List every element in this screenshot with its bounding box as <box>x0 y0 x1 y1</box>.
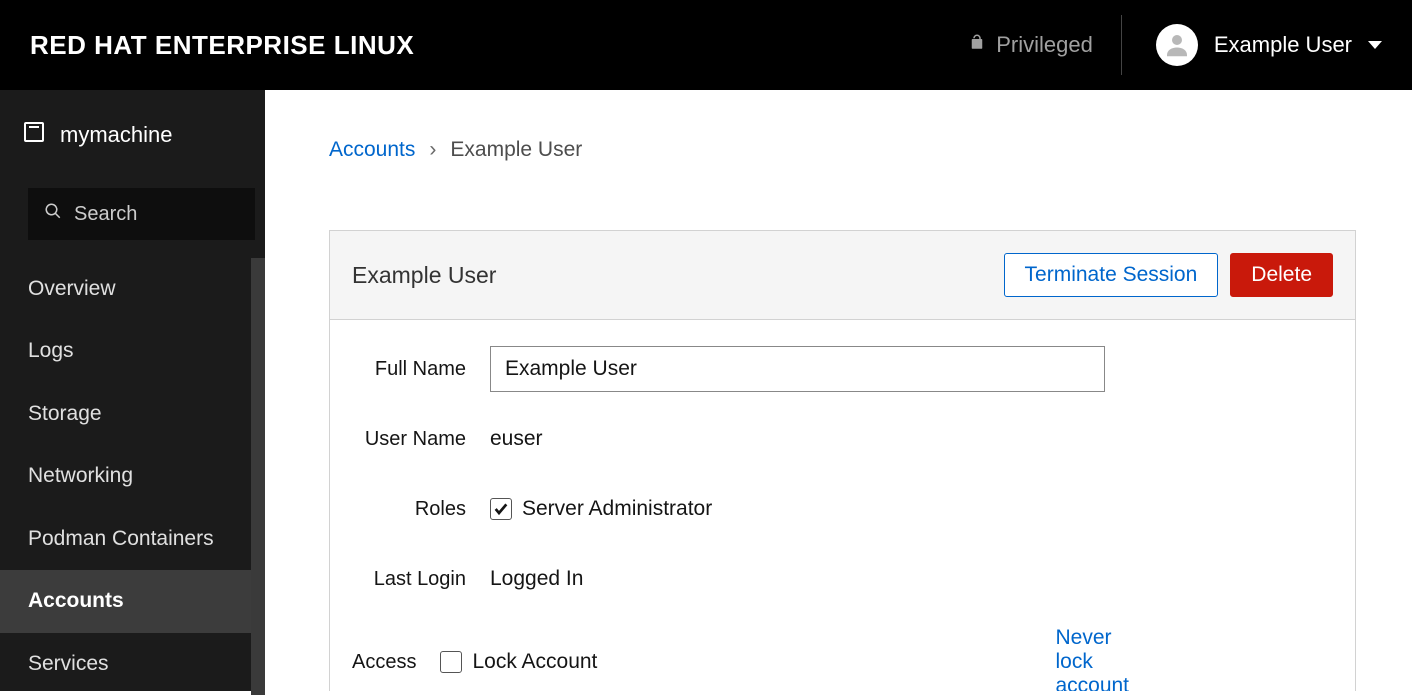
card-title: Example User <box>352 262 496 289</box>
row-last-login: Last Login Logged In <box>352 556 1333 602</box>
privileged-label: Privileged <box>996 32 1093 58</box>
search-input[interactable]: Search <box>28 188 255 240</box>
last-login-value: Logged In <box>490 567 583 590</box>
sidebar-item-logs[interactable]: Logs <box>0 320 265 382</box>
label-roles: Roles <box>352 498 490 521</box>
label-access: Access <box>352 651 440 674</box>
card-body: Full Name User Name euser Roles <box>330 320 1355 691</box>
server-icon <box>22 120 46 150</box>
account-card: Example User Terminate Session Delete Fu… <box>329 230 1356 691</box>
breadcrumb-root[interactable]: Accounts <box>329 138 415 162</box>
label-full-name: Full Name <box>352 358 490 381</box>
full-name-input[interactable] <box>490 346 1105 392</box>
sidebar-item-storage[interactable]: Storage <box>0 383 265 445</box>
never-lock-link[interactable]: Never lock account <box>1055 626 1129 691</box>
caret-down-icon <box>1368 41 1382 49</box>
card-header: Example User Terminate Session Delete <box>330 231 1355 320</box>
search-placeholder: Search <box>74 203 137 226</box>
user-menu[interactable]: Example User <box>1150 24 1382 66</box>
terminate-session-button[interactable]: Terminate Session <box>1004 253 1219 297</box>
row-full-name: Full Name <box>352 346 1333 392</box>
roles-checkbox-label: Server Administrator <box>522 497 712 521</box>
main-content: Accounts › Example User Example User Ter… <box>265 90 1412 691</box>
avatar <box>1156 24 1198 66</box>
lock-account-label: Lock Account <box>472 650 597 674</box>
sidebar-item-overview[interactable]: Overview <box>0 258 265 320</box>
label-last-login: Last Login <box>352 568 490 591</box>
topbar-right: Privileged Example User <box>968 15 1382 75</box>
unlock-icon <box>968 31 986 59</box>
privileged-indicator[interactable]: Privileged <box>968 31 1093 59</box>
breadcrumb-current: Example User <box>450 138 582 162</box>
brand-title: RED HAT ENTERPRISE LINUX <box>30 30 414 61</box>
breadcrumb: Accounts › Example User <box>329 138 1356 162</box>
chevron-right-icon: › <box>429 138 436 162</box>
nav-scrollbar[interactable] <box>251 258 265 695</box>
topbar-separator <box>1121 15 1122 75</box>
sidebar-item-accounts[interactable]: Accounts <box>0 570 265 632</box>
user-name-value: euser <box>490 427 543 450</box>
sidebar-item-podman-containers[interactable]: Podman Containers <box>0 508 265 570</box>
lock-account-checkbox[interactable] <box>440 651 462 673</box>
search-icon <box>44 202 62 226</box>
sidebar: mymachine Search Overview Logs Storage N… <box>0 90 265 691</box>
roles-checkbox[interactable] <box>490 498 512 520</box>
host-name: mymachine <box>60 122 172 148</box>
sidebar-item-services[interactable]: Services <box>0 633 265 695</box>
username-label: Example User <box>1214 32 1352 58</box>
topbar: RED HAT ENTERPRISE LINUX Privileged Exam… <box>0 0 1412 90</box>
host-selector[interactable]: mymachine <box>0 102 265 168</box>
row-access: Access Lock Account Never lock account <box>352 626 1333 691</box>
nav: Overview Logs Storage Networking Podman … <box>0 258 265 695</box>
row-user-name: User Name euser <box>352 416 1333 462</box>
sidebar-item-networking[interactable]: Networking <box>0 445 265 507</box>
label-user-name: User Name <box>352 428 490 451</box>
row-roles: Roles Server Administrator <box>352 486 1333 532</box>
delete-button[interactable]: Delete <box>1230 253 1333 297</box>
